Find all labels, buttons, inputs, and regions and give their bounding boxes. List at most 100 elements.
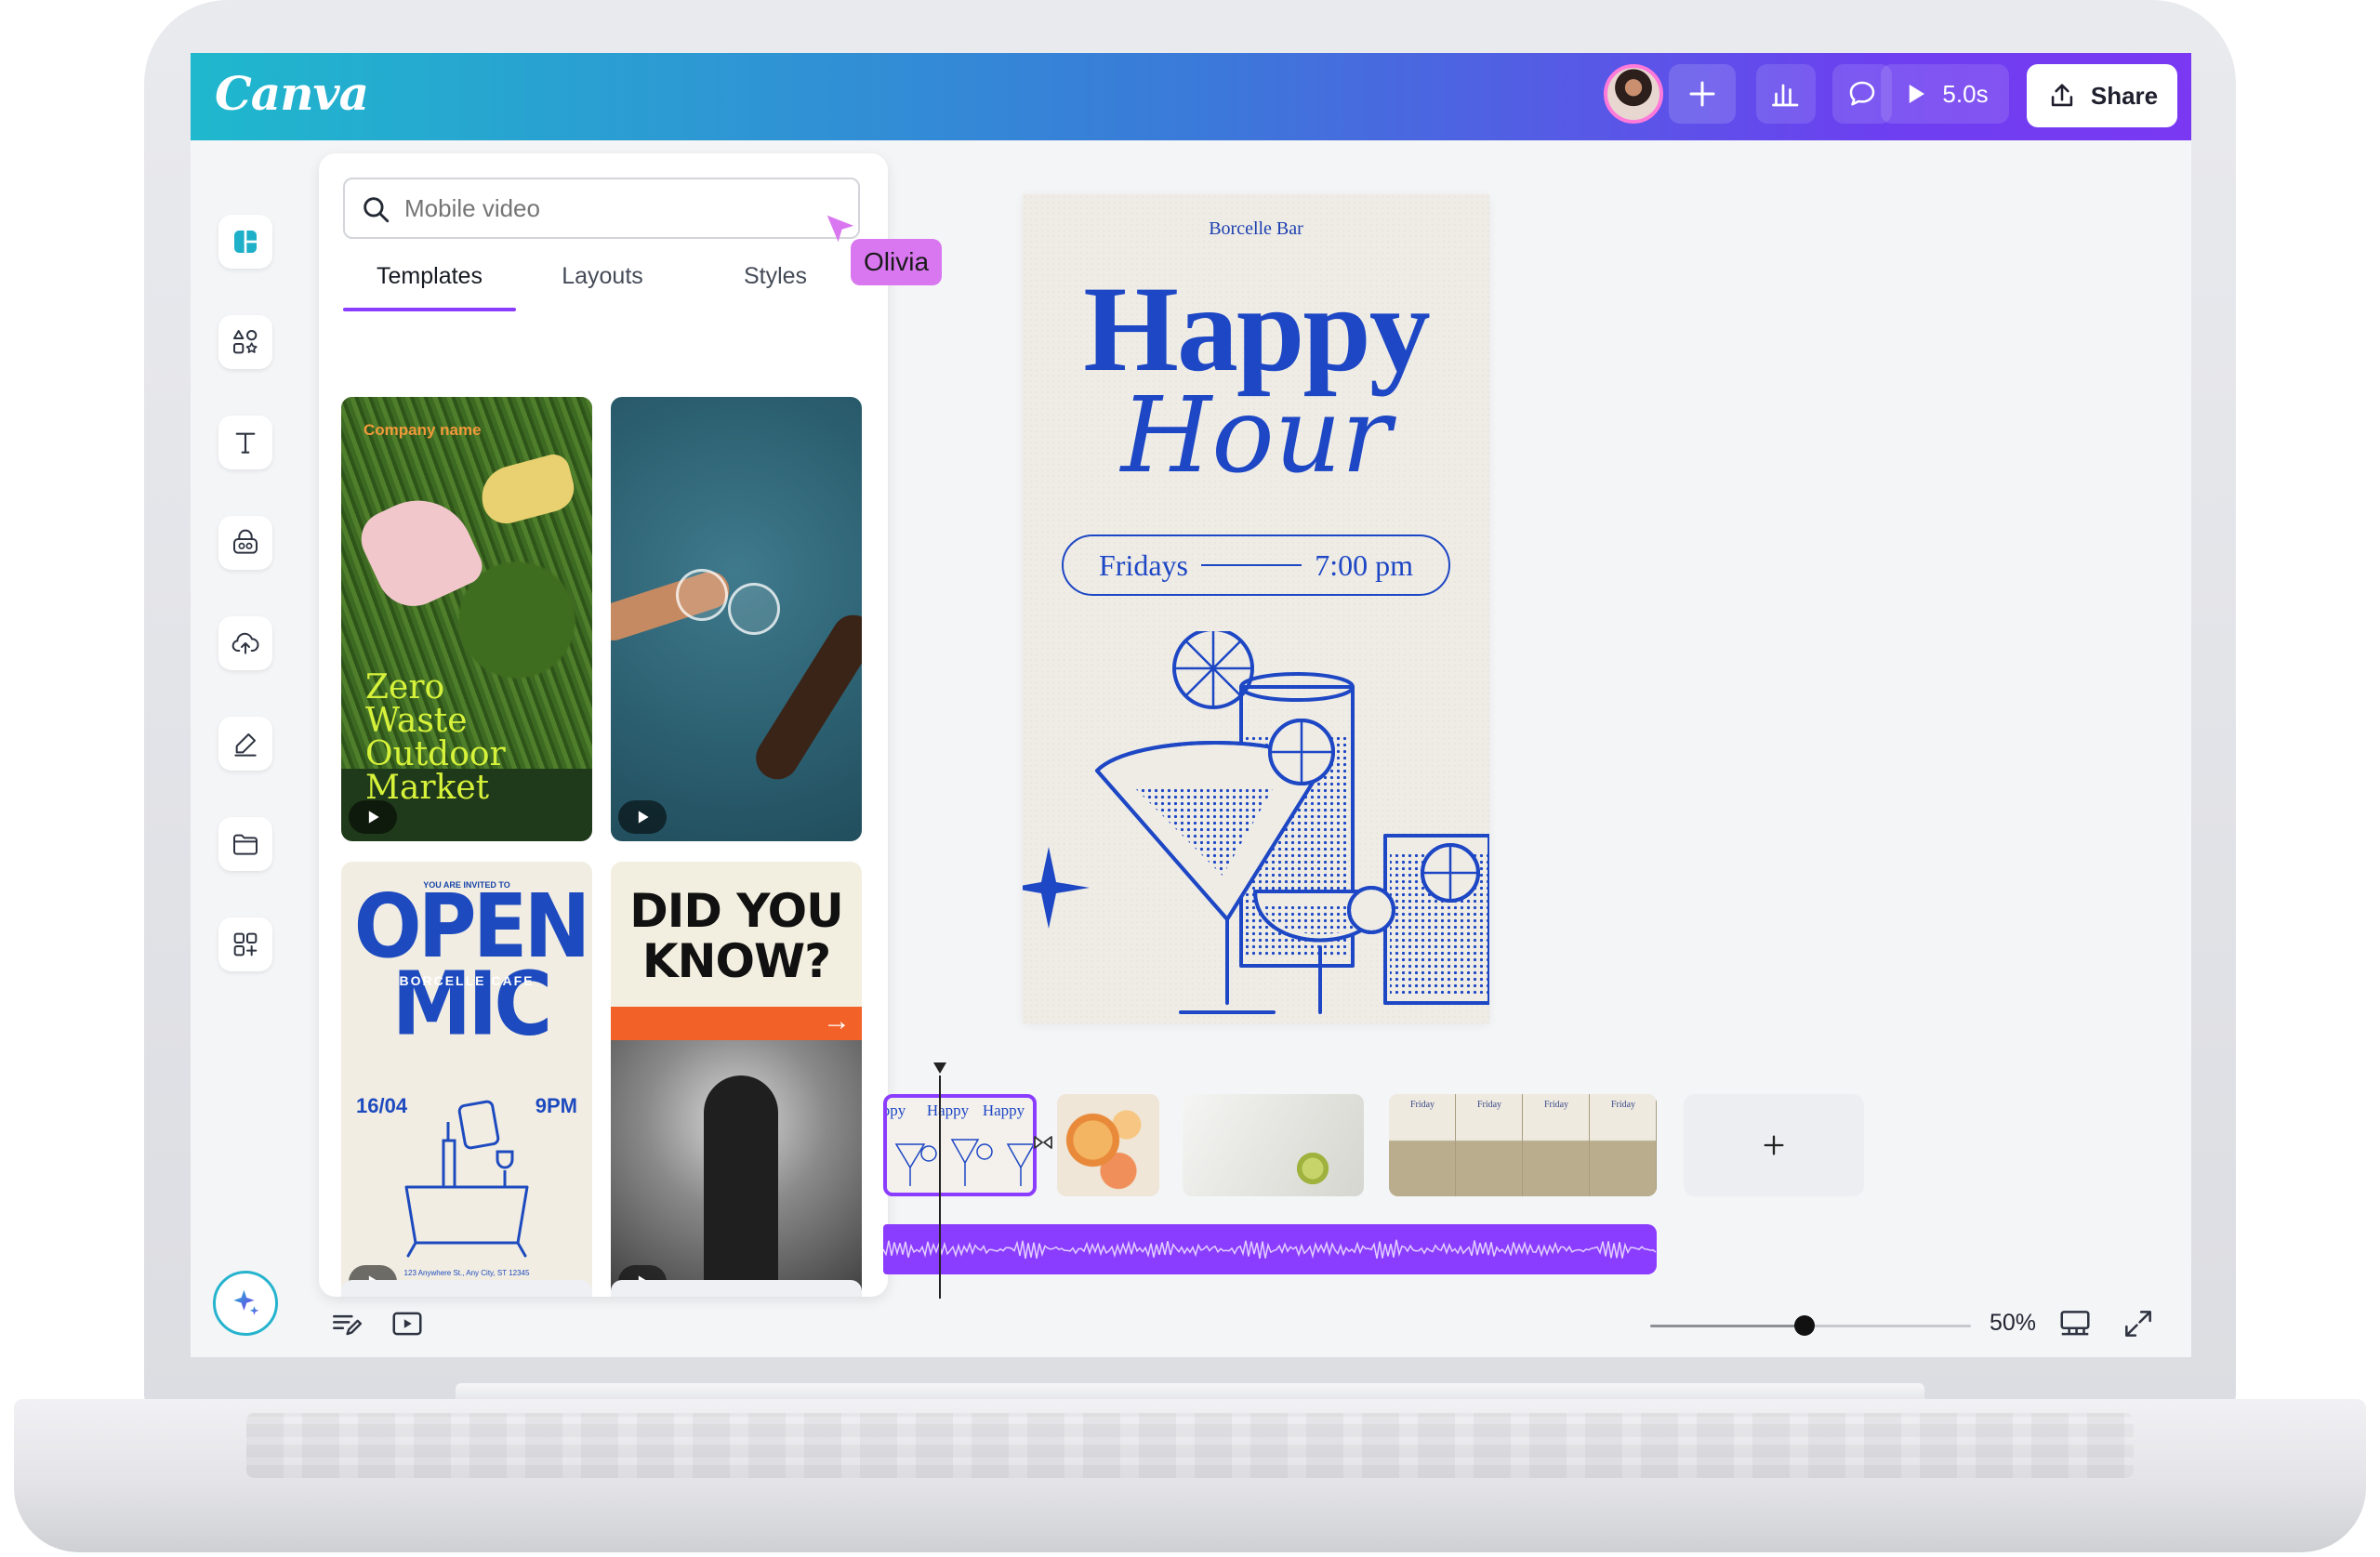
apps-icon <box>233 932 258 957</box>
rail-projects-button[interactable] <box>218 817 272 871</box>
search-input[interactable] <box>404 193 813 223</box>
grid-view-icon[interactable] <box>2057 1306 2093 1341</box>
comment-icon <box>1849 81 1875 106</box>
cocktails-illustration[interactable] <box>1023 631 1489 1023</box>
template-did-you-know[interactable]: DID YOU KNOW? → <box>611 862 862 1297</box>
draw-icon <box>234 733 257 757</box>
rail-text-button[interactable] <box>218 416 272 469</box>
design-title-happy[interactable]: Happy <box>1023 268 1489 390</box>
template-headline-line: Waste <box>365 702 468 740</box>
plus-icon <box>1689 81 1715 107</box>
timeline-clip-3[interactable] <box>1183 1094 1364 1196</box>
canva-logo[interactable]: Canva <box>215 66 369 121</box>
template-headline-line: DID YOU <box>629 884 844 938</box>
template-subtitle: BORCELLE CAFE <box>399 973 535 988</box>
playhead-line[interactable] <box>939 1075 941 1299</box>
design-schedule-pill[interactable]: Fridays 7:00 pm <box>1062 534 1450 596</box>
template-placeholder <box>611 1280 862 1297</box>
zoom-level[interactable]: 50% <box>1990 1310 2036 1337</box>
design-canvas[interactable]: Borcelle Bar Happy Hour Fridays 7:00 pm <box>1023 194 1489 1023</box>
invite-button[interactable] <box>1669 64 1736 124</box>
timeline-clip-1[interactable]: ppy Happy Happy <box>883 1094 1037 1196</box>
tab-templates[interactable]: Templates <box>343 263 516 313</box>
template-headline-line: Zero <box>365 668 445 706</box>
rail-draw-button[interactable] <box>218 717 272 771</box>
text-icon <box>235 432 256 454</box>
play-icon <box>638 811 649 824</box>
video-badge <box>349 800 397 834</box>
share-upload-icon <box>2051 84 2073 107</box>
present-duration: 5.0s <box>1942 79 1989 108</box>
top-bar: Canva 5.0s Share <box>191 53 2191 140</box>
template-photo-detail <box>728 583 780 635</box>
clip-thumbnail-text: Friday <box>1543 1100 1569 1110</box>
clip-thumbnail: Friday <box>1389 1094 1456 1196</box>
video-badge <box>618 800 667 834</box>
template-headline-line: Market <box>365 769 490 807</box>
clip-thumbnail: Friday <box>1456 1094 1523 1196</box>
rail-brand-button[interactable] <box>218 516 272 570</box>
rail-design-button[interactable] <box>218 215 272 269</box>
template-photo-detail <box>747 607 862 787</box>
clip-thumbnail-text: Happy <box>982 1102 1025 1119</box>
plus-icon <box>1764 1135 1784 1155</box>
share-button[interactable]: Share <box>2027 64 2177 127</box>
uploads-icon <box>231 632 259 654</box>
timeline-clip-2[interactable] <box>1057 1094 1159 1196</box>
template-headline: Zero Waste Outdoor Market <box>365 671 506 805</box>
tab-styles[interactable]: Styles <box>689 263 862 313</box>
design-title-hour[interactable]: Hour <box>1023 380 1489 492</box>
laptop-base <box>14 1399 2366 1552</box>
timeline-clip-4[interactable]: Friday Friday Friday Friday <box>1389 1094 1657 1196</box>
templates-panel: Templates Layouts Styles Company name Ze… <box>319 153 888 1297</box>
transition-icon[interactable] <box>1032 1131 1054 1154</box>
design-venue-text[interactable]: Borcelle Bar <box>1023 218 1489 240</box>
template-photo-detail <box>676 569 728 621</box>
brand-icon <box>233 529 258 554</box>
projects-icon <box>233 834 258 855</box>
clip-thumbnail: Friday <box>1590 1094 1657 1196</box>
template-headline-line: KNOW? <box>641 934 831 988</box>
search-box[interactable] <box>343 178 860 239</box>
active-tab-indicator <box>343 308 516 311</box>
app-screen: Canva 5.0s Share Mobile video Templates … <box>191 53 2191 1357</box>
template-zero-waste-market[interactable]: Company name Zero Waste Outdoor Market <box>341 397 592 841</box>
template-placeholder <box>341 1280 592 1297</box>
insights-button[interactable] <box>1756 64 1816 124</box>
play-icon <box>1910 85 1925 103</box>
add-page-button[interactable] <box>1684 1094 1864 1196</box>
waveform-line <box>883 1239 1657 1260</box>
zoom-slider[interactable] <box>1650 1315 1971 1336</box>
zoom-slider-handle[interactable] <box>1793 1315 1815 1336</box>
design-time-text: 7:00 pm <box>1315 548 1413 582</box>
share-label: Share <box>2090 81 2159 110</box>
elements-icon <box>233 330 258 354</box>
sparkle-icon <box>233 1289 259 1315</box>
table-illustration <box>404 1100 529 1258</box>
fullscreen-icon[interactable] <box>2121 1306 2156 1341</box>
user-avatar[interactable] <box>1604 64 1663 124</box>
clip-thumbnail-text: Happy <box>926 1102 970 1119</box>
rail-uploads-button[interactable] <box>218 616 272 670</box>
magic-button[interactable] <box>213 1271 278 1336</box>
tab-layouts[interactable]: Layouts <box>516 263 689 313</box>
timeline-toggle-icon[interactable] <box>390 1306 425 1341</box>
present-button[interactable]: 5.0s <box>1881 64 2009 124</box>
search-icon <box>364 197 390 223</box>
left-rail <box>191 140 302 1357</box>
rail-elements-button[interactable] <box>218 315 272 369</box>
template-open-mic[interactable]: YOU ARE INVITED TO OPEN MIC BORCELLE CAF… <box>341 862 592 1297</box>
zoom-slider-fill <box>1650 1325 1805 1327</box>
play-icon <box>368 811 379 824</box>
audio-track[interactable] <box>883 1224 1657 1274</box>
notes-icon[interactable] <box>328 1306 364 1341</box>
template-toast-video[interactable] <box>611 397 862 841</box>
clip-thumbnail: Friday <box>1523 1094 1590 1196</box>
template-headline-line: Outdoor <box>365 735 506 773</box>
rail-apps-button[interactable] <box>218 917 272 971</box>
clip-thumbnail-text: Friday <box>1409 1100 1435 1110</box>
laptop-keyboard <box>246 1413 2134 1478</box>
panel-tabs: Templates Layouts Styles <box>343 263 860 313</box>
playhead-handle-icon[interactable] <box>933 1062 946 1074</box>
clip-thumbnail-text: Friday <box>1476 1100 1502 1110</box>
